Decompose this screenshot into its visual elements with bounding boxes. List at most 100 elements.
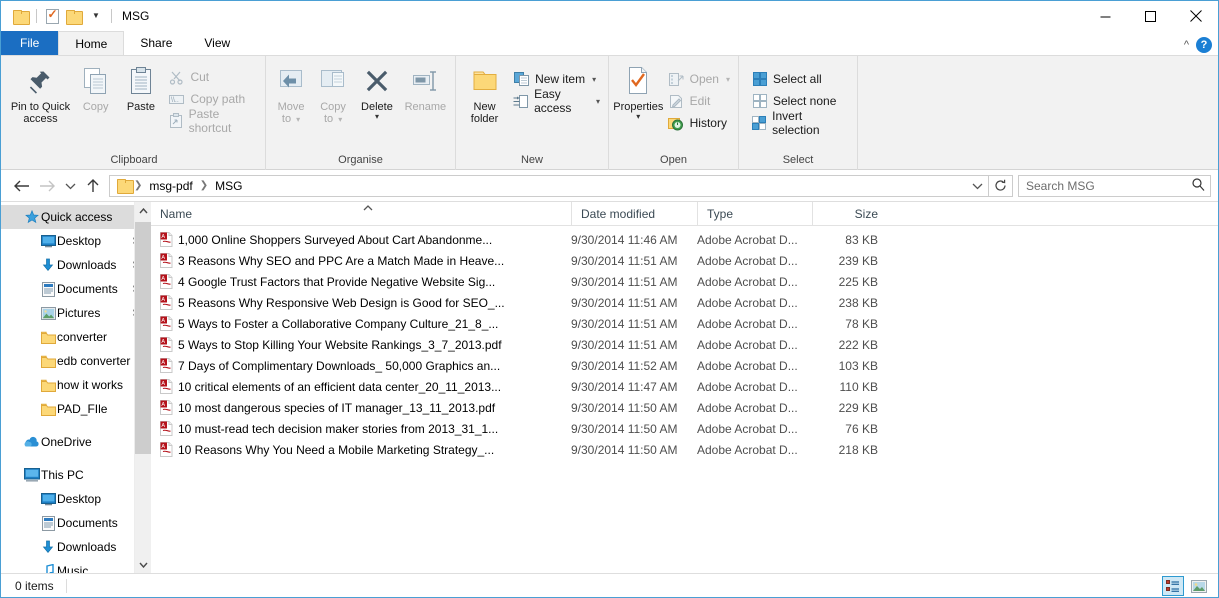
properties-dropdown-caret-icon[interactable]: ▾ [636, 113, 640, 121]
sidebar-item-converter[interactable]: converter [1, 325, 151, 349]
sidebar-item-desktop[interactable]: Desktop [1, 229, 151, 253]
paste-shortcut-button[interactable]: Paste shortcut [164, 107, 261, 135]
sidebar-item-quick-access[interactable]: Quick access [1, 205, 151, 229]
delete-dropdown-caret-icon[interactable]: ▾ [375, 113, 379, 121]
file-name-cell[interactable]: A 1,000 Online Shoppers Surveyed About Ca… [151, 232, 571, 247]
recent-locations-button[interactable] [60, 173, 80, 199]
table-row[interactable]: A 10 must-read tech decision maker storie… [151, 418, 1218, 439]
file-name-cell[interactable]: A 10 most dangerous species of IT manager… [151, 400, 571, 415]
file-name-cell[interactable]: A 4 Google Trust Factors that Provide Neg… [151, 274, 571, 289]
paste-button[interactable]: Paste [117, 60, 164, 113]
help-icon[interactable]: ? [1196, 37, 1212, 53]
file-name-cell[interactable]: A 5 Reasons Why Responsive Web Design is … [151, 295, 571, 310]
open-button[interactable]: Open ▾ [664, 68, 734, 90]
up-button[interactable] [80, 173, 106, 199]
maximize-button[interactable] [1128, 1, 1173, 31]
easy-access-button[interactable]: Easy access ▾ [509, 87, 604, 115]
table-row[interactable]: A 10 Reasons Why You Need a Mobile Market… [151, 439, 1218, 460]
tab-file[interactable]: File [1, 31, 59, 55]
minimize-button[interactable] [1083, 1, 1128, 31]
open-caret-icon[interactable]: ▾ [726, 75, 730, 84]
file-name-cell[interactable]: A 5 Ways to Stop Killing Your Website Ran… [151, 337, 571, 352]
sidebar-item-how-it-works[interactable]: how it works [1, 373, 151, 397]
table-row[interactable]: A 1,000 Online Shoppers Surveyed About Ca… [151, 229, 1218, 250]
search-icon[interactable] [1186, 177, 1210, 194]
cut-button[interactable]: Cut [164, 66, 261, 88]
file-type-cell: Adobe Acrobat D... [697, 358, 798, 373]
table-row[interactable]: A 4 Google Trust Factors that Provide Neg… [151, 271, 1218, 292]
new-item-caret-icon[interactable]: ▾ [592, 75, 596, 84]
back-button[interactable] [8, 173, 34, 199]
sidebar-item-desktop[interactable]: Desktop [1, 487, 151, 511]
table-row[interactable]: A 3 Reasons Why SEO and PPC Are a Match M… [151, 250, 1218, 271]
scroll-down-button[interactable] [135, 556, 151, 573]
pdf-icon: A [160, 274, 173, 289]
navigation-scrollbar[interactable] [134, 202, 151, 573]
move-to-label-2: to ▾ [281, 113, 301, 125]
select-all-button[interactable]: Select all [747, 68, 853, 90]
move-to-button[interactable]: Move to ▾ [270, 60, 312, 126]
file-name-cell[interactable]: A 3 Reasons Why SEO and PPC Are a Match M… [151, 253, 571, 268]
table-row[interactable]: A 10 critical elements of an efficient da… [151, 376, 1218, 397]
breadcrumb[interactable]: ❯ msg-pdf ❯ MSG [109, 174, 989, 197]
column-header-name[interactable]: Name [151, 202, 571, 226]
table-row[interactable]: A 5 Ways to Foster a Collaborative Compan… [151, 313, 1218, 334]
file-name-cell[interactable]: A 10 critical elements of an efficient da… [151, 379, 571, 394]
qat-folder-icon[interactable] [10, 5, 32, 27]
breadcrumb-dropdown-icon[interactable] [966, 176, 988, 196]
qat-new-folder-icon[interactable] [63, 5, 85, 27]
table-row[interactable]: A 10 most dangerous species of IT manager… [151, 397, 1218, 418]
invert-selection-button[interactable]: Invert selection [747, 109, 853, 137]
sidebar-item-documents[interactable]: Documents [1, 277, 151, 301]
properties-button[interactable]: Properties ▾ [613, 60, 664, 121]
table-row[interactable]: A 5 Reasons Why Responsive Web Design is … [151, 292, 1218, 313]
pdf-icon: A [160, 379, 173, 394]
forward-button[interactable] [34, 173, 60, 199]
tab-share[interactable]: Share [124, 31, 188, 55]
scrollbar-thumb[interactable] [135, 222, 151, 454]
breadcrumb-folder-icon[interactable] [117, 179, 134, 194]
sidebar-item-pictures[interactable]: Pictures [1, 301, 151, 325]
column-header-size[interactable]: Size [812, 201, 888, 226]
qat-properties-icon[interactable] [41, 5, 63, 27]
delete-button[interactable]: Delete ▾ [354, 60, 400, 121]
breadcrumb-item-msg[interactable]: MSG [209, 176, 248, 196]
edit-button[interactable]: Edit [664, 90, 734, 112]
file-name-cell[interactable]: A 10 Reasons Why You Need a Mobile Market… [151, 442, 571, 457]
copy-button[interactable]: Copy [74, 60, 117, 113]
history-button[interactable]: History [664, 112, 734, 134]
search-box[interactable]: Search MSG [1018, 174, 1211, 197]
refresh-button[interactable] [989, 174, 1013, 197]
sidebar-item-onedrive[interactable]: OneDrive [1, 430, 151, 454]
move-to-label-1: Move [277, 101, 305, 113]
sidebar-item-pad-file[interactable]: PAD_FIle [1, 397, 151, 421]
sidebar-item-downloads[interactable]: Downloads [1, 535, 151, 559]
table-row[interactable]: A 7 Days of Complimentary Downloads_ 50,0… [151, 355, 1218, 376]
sidebar-item-edb-converter[interactable]: edb converter [1, 349, 151, 373]
file-name-cell[interactable]: A 7 Days of Complimentary Downloads_ 50,0… [151, 358, 571, 373]
sidebar-item-documents[interactable]: Documents [1, 511, 151, 535]
sidebar-item-music[interactable]: Music [1, 559, 151, 573]
tab-home[interactable]: Home [58, 31, 125, 55]
table-row[interactable]: A 5 Ways to Stop Killing Your Website Ran… [151, 334, 1218, 355]
column-header-date-modified[interactable]: Date modified [571, 201, 697, 226]
easy-access-caret-icon[interactable]: ▾ [596, 97, 600, 106]
column-header-type[interactable]: Type [697, 201, 812, 226]
large-icons-view-icon[interactable] [1188, 576, 1210, 596]
pin-to-quick-access-button[interactable]: Pin to Quick access [7, 60, 74, 125]
chevron-up-icon[interactable]: ^ [1184, 39, 1189, 51]
close-button[interactable] [1173, 1, 1218, 31]
qat-customize-caret-icon[interactable]: ▼ [85, 5, 107, 27]
breadcrumb-item-msg-pdf[interactable]: msg-pdf [143, 176, 198, 196]
file-name-cell[interactable]: A 5 Ways to Foster a Collaborative Compan… [151, 316, 571, 331]
sidebar-item-downloads[interactable]: Downloads [1, 253, 151, 277]
file-name-cell[interactable]: A 10 must-read tech decision maker storie… [151, 421, 571, 436]
sidebar-item-this-pc[interactable]: This PC [1, 463, 151, 487]
tab-view[interactable]: View [188, 31, 246, 55]
copy-to-button[interactable]: Copy to ▾ [312, 60, 354, 126]
search-input[interactable]: Search MSG [1026, 179, 1186, 193]
scroll-up-button[interactable] [135, 202, 151, 219]
rename-button[interactable]: Rename [400, 60, 451, 113]
new-folder-button[interactable]: New folder [460, 60, 509, 125]
details-view-icon[interactable] [1162, 576, 1184, 596]
